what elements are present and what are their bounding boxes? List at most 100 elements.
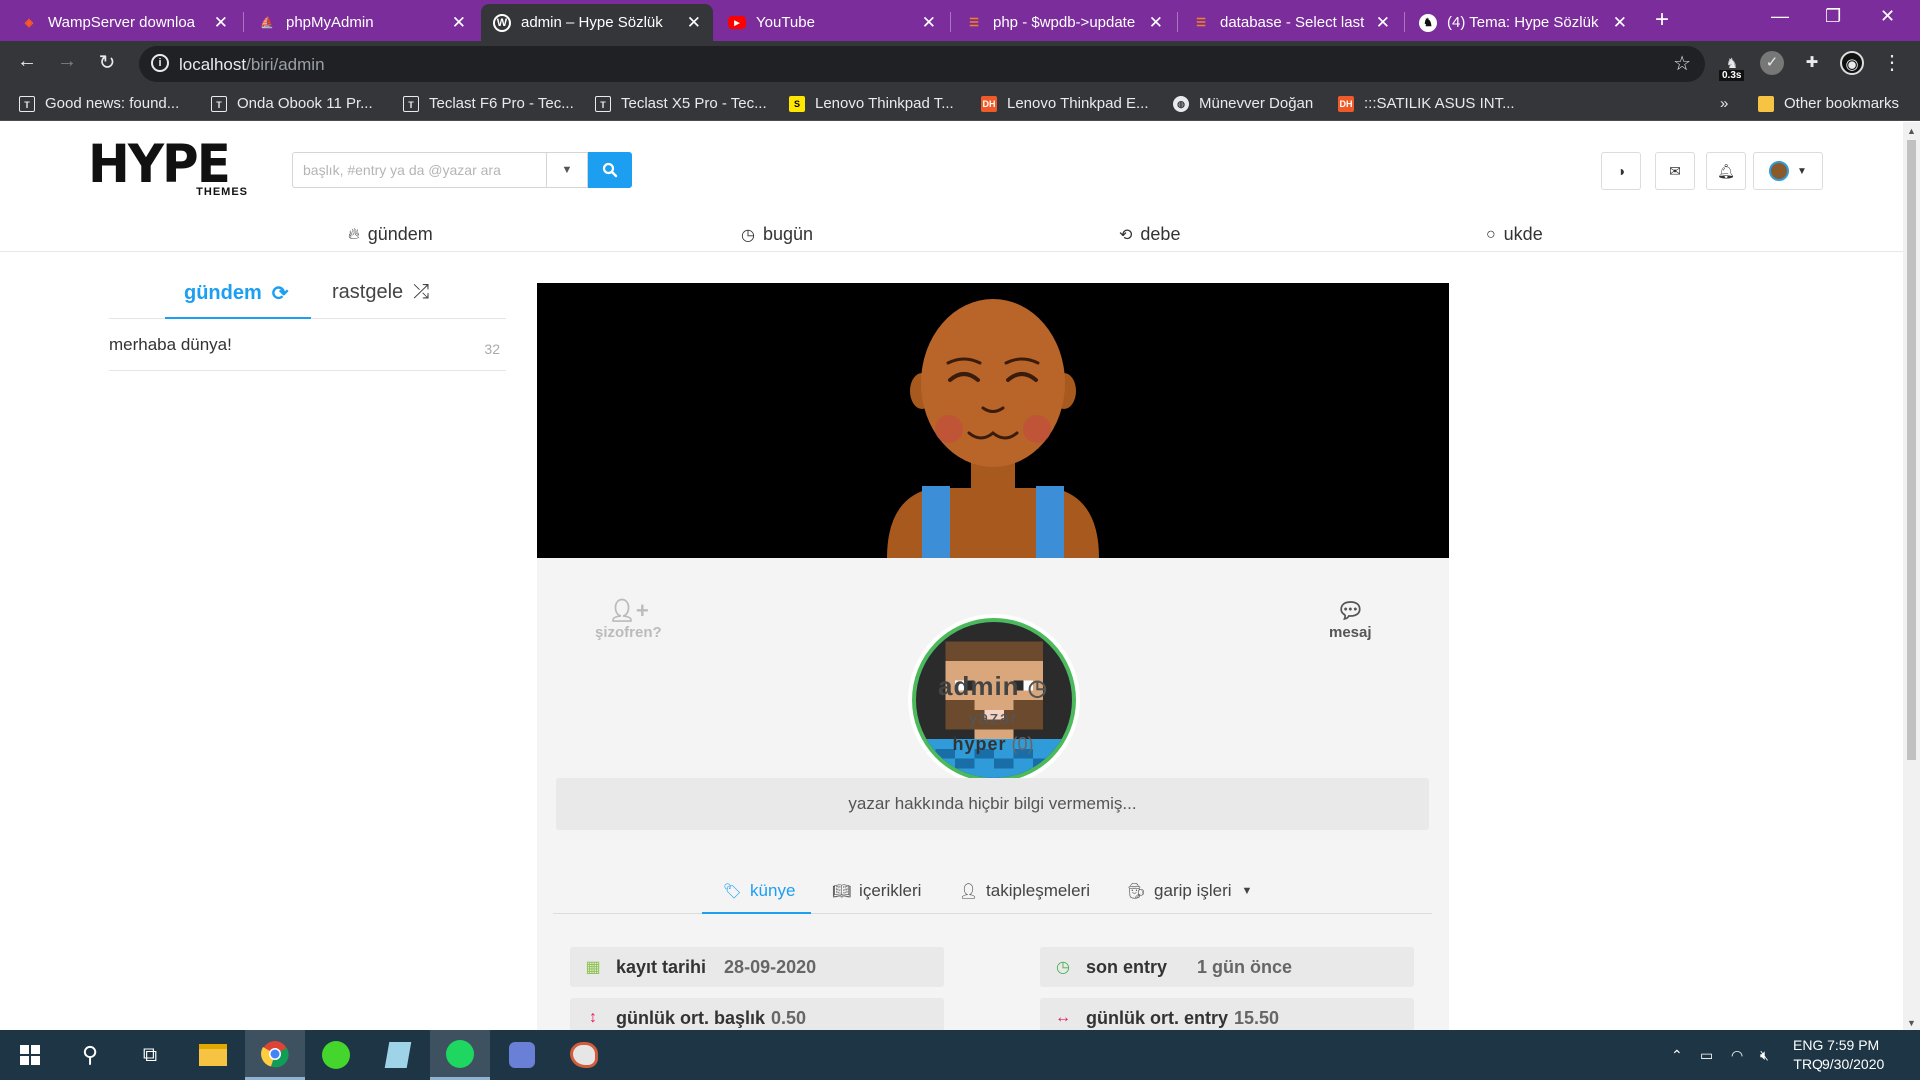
scroll-down-icon[interactable]: ▼ [1907, 1018, 1916, 1028]
url-path: /biri/admin [246, 55, 325, 74]
battery-icon[interactable]: ▭ [1700, 1030, 1713, 1080]
close-icon[interactable]: ✕ [452, 13, 466, 33]
teclast-icon: T [403, 95, 419, 112]
scrollbar-thumb[interactable] [1907, 140, 1916, 760]
bookmark-item[interactable]: T Teclast X5 Pro - Tec... [595, 95, 767, 112]
forward-icon[interactable]: → [53, 50, 81, 73]
tab-rastgele[interactable]: rastgele ⤮ [332, 281, 429, 304]
notifications-button[interactable]: 🔔︎ [1706, 152, 1746, 190]
search-options-dropdown[interactable]: ▼ [546, 152, 588, 188]
info-icon[interactable]: i [151, 54, 169, 72]
scroll-up-icon[interactable]: ▲ [1907, 126, 1916, 136]
message-button[interactable]: 💬︎ mesaj [1329, 598, 1372, 641]
wifi-icon[interactable]: ◠ [1731, 1030, 1743, 1080]
windows-start-icon[interactable] [0, 1030, 60, 1080]
sidebar-tabs: gündem ⟳ rastgele ⤮ [109, 275, 506, 319]
bookmark-item[interactable]: S Lenovo Thinkpad T... [789, 95, 954, 112]
bookmark-item[interactable]: ◍ Münevver Doğan [1173, 95, 1313, 112]
caret-down-icon: ▼ [561, 164, 573, 176]
bookmark-item[interactable]: T Teclast F6 Pro - Tec... [403, 95, 574, 112]
search-button[interactable] [588, 152, 632, 188]
globe-icon: ◍ [1173, 95, 1189, 112]
nav-label: ukde [1503, 224, 1543, 244]
topic-title[interactable]: merhaba dünya! [109, 335, 232, 354]
browser-tab[interactable]: ⛵ phpMyAdmin ✕ [246, 4, 478, 41]
file-explorer-icon[interactable] [183, 1030, 243, 1080]
user-menu-button[interactable]: ▼ [1753, 152, 1823, 190]
search-input[interactable] [292, 152, 546, 188]
language-indicator[interactable]: ENG TRQ [1793, 1036, 1823, 1074]
tab-separator [1177, 12, 1178, 32]
add-friend-button[interactable]: 👤︎+ şizofren? [595, 598, 662, 641]
tab-takiplesmeleri[interactable]: 👤︎ takipleşmeleri [959, 881, 1090, 901]
bookmark-label: Onda Obook 11 Pr... [237, 95, 373, 112]
window-close-icon[interactable]: ✕ [1880, 6, 1895, 27]
nav-debe[interactable]: ⟲ debe [1119, 224, 1180, 245]
extensions-puzzle-icon[interactable]: ✚ [1800, 51, 1824, 75]
topic-list-item[interactable]: merhaba dünya! 32 [109, 335, 506, 371]
browser-tab[interactable]: ▶ YouTube ✕ [716, 4, 948, 41]
restore-icon[interactable]: ❐ [1825, 6, 1841, 27]
system-clock[interactable]: 7:59 PM 9/30/2020 [1822, 1036, 1884, 1074]
tab-icerikleri[interactable]: 📖︎ içerikleri [832, 881, 921, 901]
close-icon[interactable]: ✕ [1149, 13, 1163, 33]
spotify-icon[interactable] [430, 1030, 490, 1080]
back-icon[interactable]: ← [13, 50, 41, 73]
task-view-icon[interactable]: ⧉ [120, 1030, 180, 1080]
address-bar[interactable]: i localhost/biri/admin ☆ [139, 46, 1705, 82]
close-icon[interactable]: ✕ [1376, 13, 1390, 33]
grammar-extension-icon[interactable]: ✓ [1760, 51, 1784, 75]
chrome-menu-icon[interactable]: ⋮ [1880, 51, 1904, 75]
other-bookmarks[interactable]: Other bookmarks [1758, 95, 1899, 112]
paint-icon[interactable] [554, 1030, 614, 1080]
close-icon[interactable]: ✕ [214, 13, 228, 33]
close-icon[interactable]: ✕ [687, 13, 701, 33]
stat-label: son entry [1086, 956, 1168, 977]
url-text[interactable]: localhost/biri/admin [179, 55, 325, 75]
nav-bugun[interactable]: ◷ bugün [741, 224, 813, 245]
keyboard-layout: TRQ [1793, 1056, 1823, 1072]
reload-icon[interactable]: ↻ [93, 50, 121, 75]
razer-icon[interactable] [306, 1030, 366, 1080]
tab-kunye[interactable]: 🏷︎ künye [723, 881, 795, 901]
nav-ukde[interactable]: ○ ukde [1486, 224, 1543, 245]
browser-tab[interactable]: ♞ (4) Tema: Hype Sözlük ✕ [1407, 4, 1639, 41]
clock-icon[interactable]: ◷ [1028, 675, 1048, 700]
bookmark-star-icon[interactable]: ☆ [1673, 51, 1691, 76]
browser-tab[interactable]: ◈ WampServer downloa ✕ [8, 4, 240, 41]
volume-muted-icon[interactable]: 🔇︎ [1760, 1030, 1769, 1080]
bookmarks-overflow-button[interactable]: » [1720, 95, 1728, 112]
new-tab-button[interactable]: + [1655, 6, 1669, 34]
tab-garip-isleri[interactable]: 🕵︎ garip işleri ▼ [1127, 881, 1252, 901]
bookmark-item[interactable]: DH:::SATILIK ASUS INT... [1338, 95, 1515, 112]
tab-gundem[interactable]: gündem ⟳ [184, 281, 289, 306]
bookmark-item[interactable]: DH Lenovo Thinkpad E... [981, 95, 1149, 112]
browser-tab-active[interactable]: W admin – Hype Sözlük ✕ [481, 4, 713, 41]
browser-tab[interactable]: ☰ php - $wpdb->update ✕ [953, 4, 1175, 41]
browser-tab[interactable]: ☰ database - Select last I ✕ [1180, 4, 1402, 41]
bookmark-item[interactable]: T Good news: found... [19, 95, 179, 112]
tray-overflow-icon[interactable]: ⌃ [1671, 1030, 1683, 1080]
refresh-icon[interactable]: ⟳ [272, 281, 289, 306]
user-plus-icon: 👤︎+ [607, 598, 649, 623]
theme-toggle-button[interactable]: ◑ [1601, 152, 1641, 190]
arrows-h-icon: ↔ [1055, 1009, 1071, 1026]
stat-label: günlük ort. entry [1086, 1007, 1229, 1028]
messenger-icon[interactable] [492, 1030, 552, 1080]
avatar [1769, 161, 1790, 181]
page-scrollbar[interactable]: ▲ ▼ [1903, 122, 1920, 1030]
search-icon[interactable]: ⚲ [60, 1030, 120, 1080]
tab-title: php - $wpdb->update [993, 14, 1136, 31]
bookmark-item[interactable]: T Onda Obook 11 Pr... [211, 95, 373, 112]
messages-button[interactable]: ✉ [1655, 152, 1695, 190]
teclast-icon: T [211, 95, 227, 112]
message-label: mesaj [1329, 624, 1372, 641]
chrome-icon[interactable] [245, 1030, 305, 1080]
notepad-icon[interactable] [368, 1030, 428, 1080]
nav-gundem[interactable]: 🔥︎ gündem [348, 224, 433, 245]
site-logo[interactable]: HYPE THEMES [88, 138, 248, 200]
close-icon[interactable]: ✕ [1613, 13, 1627, 33]
profile-avatar-icon[interactable]: ◉ [1840, 51, 1864, 75]
close-icon[interactable]: ✕ [922, 13, 936, 33]
minimize-icon[interactable]: — [1771, 6, 1789, 27]
